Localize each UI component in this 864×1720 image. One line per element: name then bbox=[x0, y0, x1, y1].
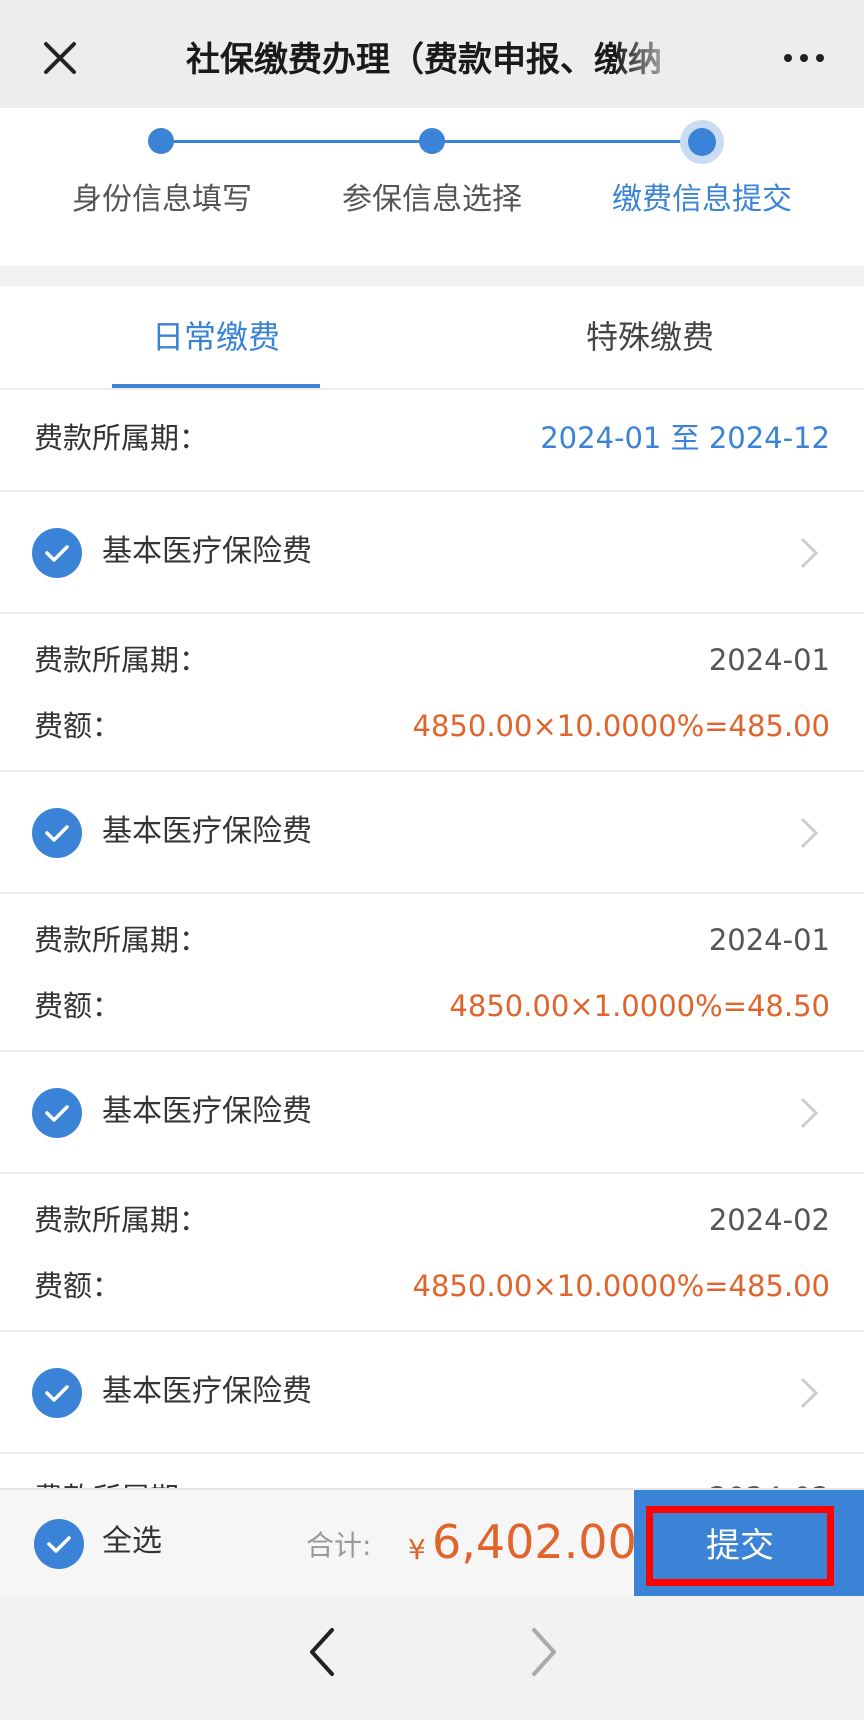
item-detail: 费款所属期： 2024-01 费额： 4850.00×10.0000%=485.… bbox=[0, 614, 864, 772]
item-amount-label: 费额： bbox=[34, 989, 122, 1023]
step-label-3: 缴费信息提交 bbox=[612, 182, 792, 217]
period-row: 费款所属期： 2024-01 至 2024-12 bbox=[0, 390, 864, 492]
item-amount-value: 4850.00×10.0000%=485.00 bbox=[412, 1269, 830, 1303]
step-label-2: 参保信息选择 bbox=[342, 182, 522, 217]
submit-area: 提交 bbox=[634, 1490, 864, 1598]
item-detail: 费款所属期： 2024-02 费额： 4850.00×10.0000%=485.… bbox=[0, 1174, 864, 1332]
step-dot-2 bbox=[419, 128, 445, 154]
tab-special-payment[interactable]: 特殊缴费 bbox=[540, 286, 760, 390]
item-detail: 费款所属期： 2024-01 费额： 4850.00×1.0000%=48.50 bbox=[0, 894, 864, 1052]
item-title: 基本医疗保险费 bbox=[102, 534, 312, 569]
step-label-1: 身份信息填写 bbox=[72, 182, 252, 217]
chevron-right-icon bbox=[800, 817, 819, 849]
item-period-label: 费款所属期： bbox=[34, 1203, 209, 1237]
forward-arrow-icon[interactable] bbox=[528, 1624, 560, 1680]
page-title: 社保缴费办理（费款申报、缴纳 bbox=[186, 40, 662, 80]
item-amount-value: 4850.00×1.0000%=48.50 bbox=[449, 989, 830, 1023]
checkbox-checked-icon[interactable] bbox=[32, 808, 82, 858]
chevron-right-icon bbox=[800, 1097, 819, 1129]
item-period-label: 费款所属期： bbox=[34, 643, 209, 677]
tab-bar: 日常缴费 特殊缴费 bbox=[0, 286, 864, 390]
checkout-bar: 全选 合计: ¥ 6,402.00 提交 bbox=[0, 1488, 864, 1598]
item-amount-label: 费额： bbox=[34, 1269, 122, 1303]
item-amount-label: 费额： bbox=[34, 709, 122, 743]
currency-symbol: ¥ bbox=[408, 1533, 426, 1566]
more-icon[interactable] bbox=[780, 44, 828, 72]
list-item[interactable]: 基本医疗保险费 bbox=[0, 492, 864, 614]
title-bar: 社保缴费办理（费款申报、缴纳 bbox=[0, 0, 864, 108]
tab-daily-payment[interactable]: 日常缴费 bbox=[112, 286, 320, 390]
submit-button[interactable]: 提交 bbox=[646, 1506, 834, 1586]
close-icon[interactable] bbox=[36, 34, 84, 82]
period-label: 费款所属期： bbox=[34, 421, 209, 455]
step-dot-1 bbox=[148, 128, 174, 154]
list-item[interactable]: 基本医疗保险费 bbox=[0, 1052, 864, 1174]
item-detail: 费款所属期 2024-02 bbox=[0, 1454, 864, 1490]
step-connector bbox=[162, 140, 432, 143]
item-period-value: 2024-01 bbox=[708, 923, 830, 957]
total-amount: 6,402.00 bbox=[432, 1515, 637, 1569]
payment-list: 费款所属期： 2024-01 至 2024-12 基本医疗保险费 费款所属期： … bbox=[0, 390, 864, 1490]
item-period-value: 2024-02 bbox=[708, 1203, 830, 1237]
item-title: 基本医疗保险费 bbox=[102, 1374, 312, 1409]
chevron-right-icon bbox=[800, 1377, 819, 1409]
select-all-checkbox-icon[interactable] bbox=[34, 1519, 84, 1569]
total-label: 合计: bbox=[306, 1529, 372, 1562]
item-title: 基本医疗保险费 bbox=[102, 814, 312, 849]
chevron-right-icon bbox=[800, 537, 819, 569]
step-connector bbox=[432, 140, 702, 143]
period-value: 2024-01 至 2024-12 bbox=[540, 421, 830, 455]
select-all-label[interactable]: 全选 bbox=[102, 1520, 162, 1564]
item-amount-value: 4850.00×10.0000%=485.00 bbox=[412, 709, 830, 743]
item-period-value: 2024-01 bbox=[708, 643, 830, 677]
item-title: 基本医疗保险费 bbox=[102, 1094, 312, 1129]
checkbox-checked-icon[interactable] bbox=[32, 1088, 82, 1138]
browser-nav-bar bbox=[0, 1596, 864, 1720]
list-item[interactable]: 基本医疗保险费 bbox=[0, 772, 864, 894]
active-tab-indicator bbox=[112, 384, 320, 388]
checkbox-checked-icon[interactable] bbox=[32, 528, 82, 578]
item-period-label: 费款所属期： bbox=[34, 923, 209, 957]
checkbox-checked-icon[interactable] bbox=[32, 1368, 82, 1418]
back-arrow-icon[interactable] bbox=[306, 1624, 338, 1680]
step-dot-3 bbox=[688, 128, 716, 156]
list-item[interactable]: 基本医疗保险费 bbox=[0, 1332, 864, 1454]
